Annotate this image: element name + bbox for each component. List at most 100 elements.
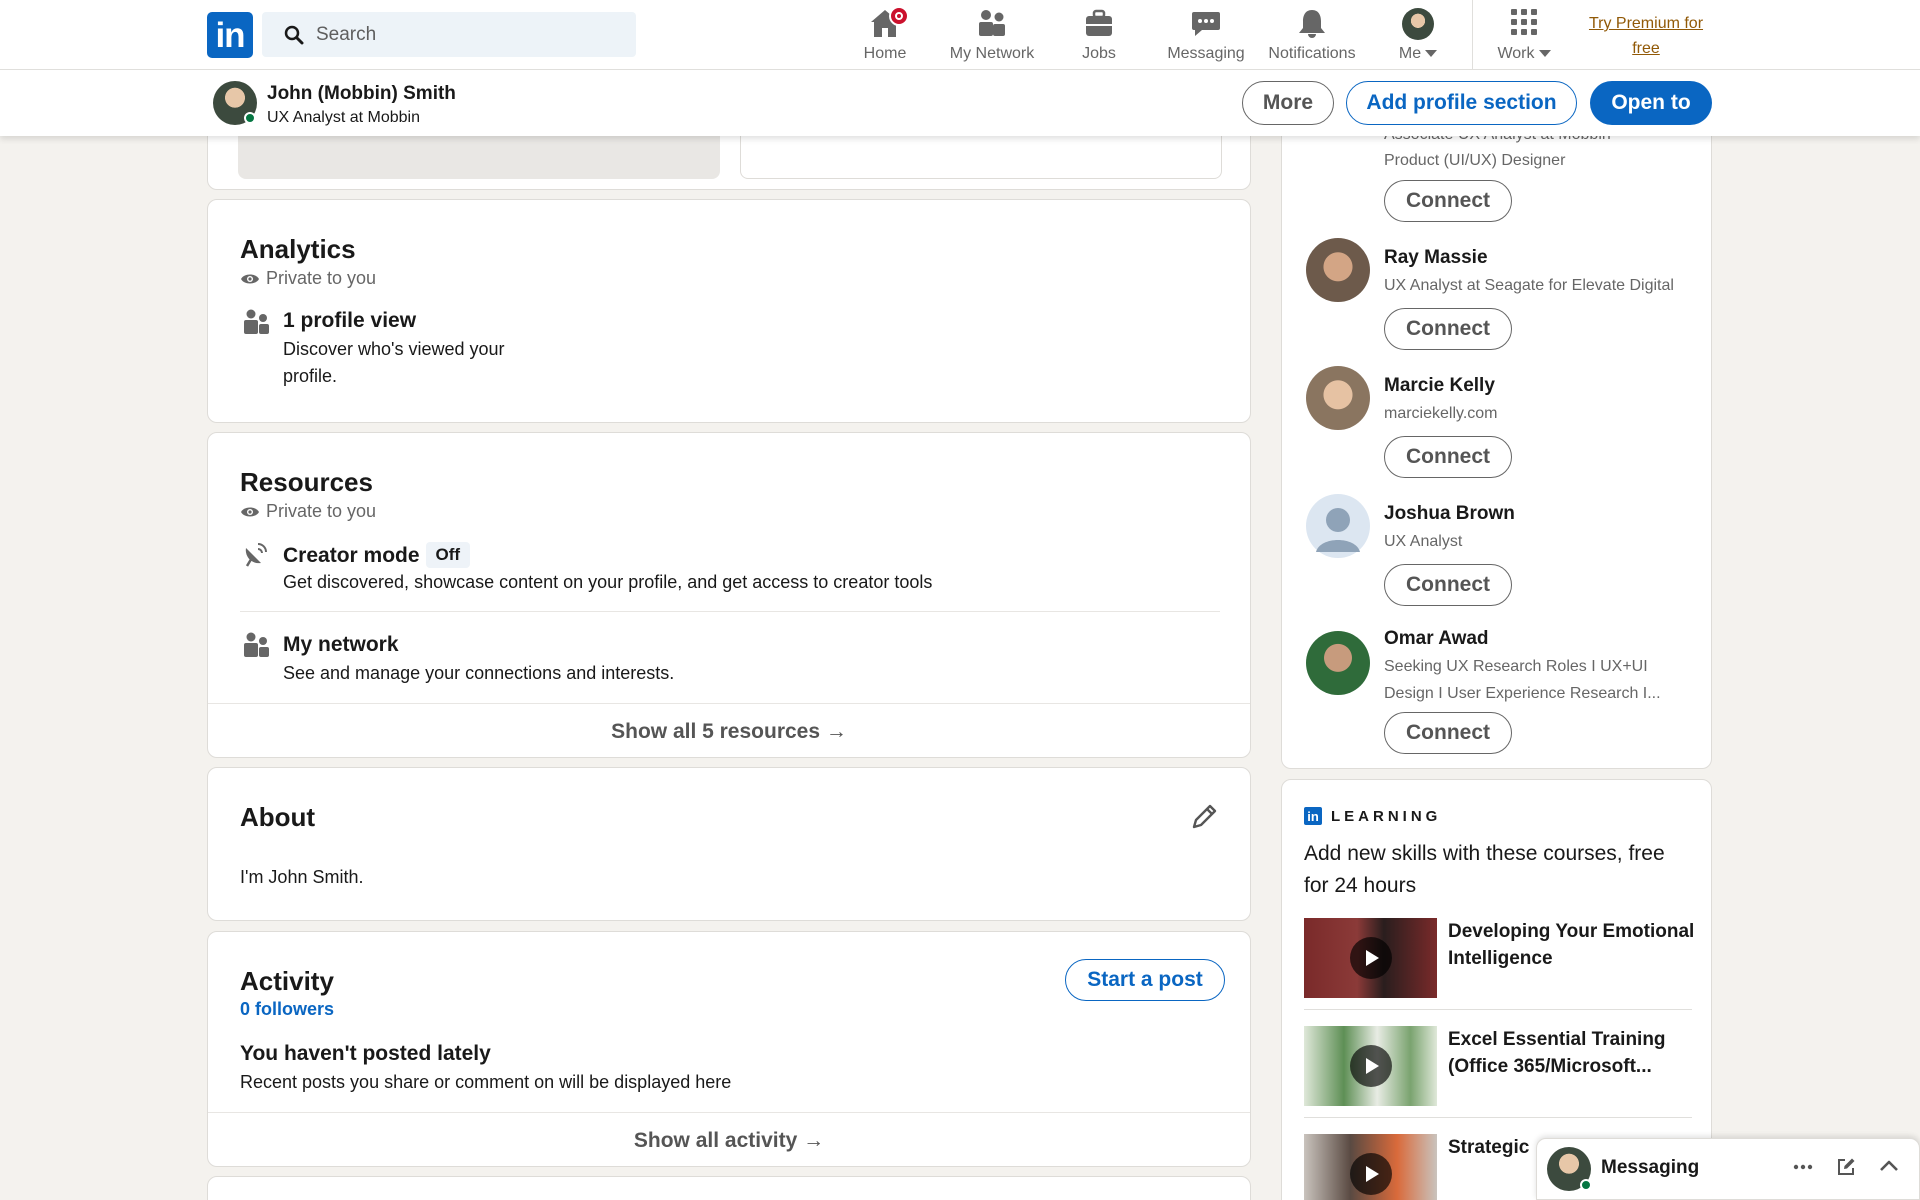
avatar[interactable]: [1306, 366, 1370, 430]
more-options-icon[interactable]: [1793, 1163, 1813, 1171]
nav-messaging-label: Messaging: [1167, 45, 1245, 62]
pencil-edit-icon[interactable]: [1189, 802, 1219, 832]
creator-mode-link[interactable]: Creator mode Off: [283, 542, 471, 568]
divider: [240, 611, 1220, 612]
connect-button[interactable]: Connect: [1384, 564, 1512, 606]
messaging-label: Messaging: [1601, 1157, 1700, 1178]
person-name[interactable]: Marcie Kelly: [1384, 375, 1495, 397]
play-icon: [1350, 1153, 1392, 1195]
chat-icon: [1190, 8, 1222, 40]
person-name[interactable]: Joshua Brown: [1384, 503, 1515, 525]
resources-title: Resources: [240, 467, 373, 497]
followers-link[interactable]: 0 followers: [240, 999, 334, 1020]
person-subheadline: Product (UI/UX) Designer: [1384, 152, 1566, 169]
nav-jobs-label: Jobs: [1082, 45, 1116, 62]
open-to-button[interactable]: Open to: [1590, 81, 1712, 125]
connect-button[interactable]: Connect: [1384, 436, 1512, 478]
nav-home[interactable]: Home: [856, 6, 914, 64]
nav-my-network-label: My Network: [949, 45, 1035, 62]
connect-button[interactable]: Connect: [1384, 308, 1512, 350]
linkedin-learning-logo-icon: in: [1304, 807, 1322, 825]
search-box[interactable]: [262, 12, 636, 57]
sticky-profile-bar: John (Mobbin) Smith UX Analyst at Mobbin…: [0, 70, 1920, 136]
private-label: Private to you: [240, 501, 376, 522]
more-button[interactable]: More: [1242, 81, 1334, 125]
analytics-card: Analytics Private to you 1 profile view …: [207, 199, 1251, 423]
person-name[interactable]: Ray Massie: [1384, 247, 1488, 269]
show-all-activity-link[interactable]: Show all activity →: [208, 1112, 1250, 1166]
empty-activity-title: You haven't posted lately: [240, 1042, 491, 1065]
satellite-dish-icon: [245, 543, 267, 567]
try-premium-link[interactable]: Try Premium for free: [1580, 11, 1712, 61]
analytics-title: Analytics: [240, 234, 356, 264]
nav-me-text: Me: [1398, 45, 1422, 62]
person-headline: UX Analyst: [1384, 533, 1463, 550]
nav-work-label: Work: [1492, 45, 1556, 63]
global-nav: in Home My Network Jobs Messaging: [0, 0, 1920, 70]
chevron-down-icon: [1538, 50, 1551, 58]
linkedin-logo-icon[interactable]: in: [207, 12, 253, 58]
avatar[interactable]: [1306, 238, 1370, 302]
compose-icon[interactable]: [1836, 1157, 1856, 1177]
grid-apps-icon: [1510, 8, 1538, 40]
nav-notifications-label: Notifications: [1268, 45, 1356, 62]
profile-name: John (Mobbin) Smith: [267, 83, 456, 104]
course-title[interactable]: Excel Essential Training (Office 365/Mic…: [1448, 1026, 1698, 1080]
online-status-dot: [244, 112, 256, 124]
people-icon: [976, 8, 1008, 40]
learning-heading: Add new skills with these courses, free …: [1304, 842, 1665, 897]
private-text: Private to you: [266, 268, 377, 288]
connect-button[interactable]: Connect: [1384, 180, 1512, 222]
empty-activity-desc: Recent posts you share or comment on wil…: [240, 1072, 732, 1092]
chevron-up-icon[interactable]: [1879, 1159, 1899, 1173]
nav-home-label: Home: [863, 45, 907, 62]
activity-title: Activity: [240, 966, 334, 996]
status-badge: Off: [425, 542, 471, 568]
add-profile-section-button[interactable]: Add profile section: [1346, 81, 1577, 125]
creator-mode-desc: Get discovered, showcase content on your…: [283, 572, 933, 592]
nav-notifications[interactable]: Notifications: [1262, 6, 1362, 64]
avatar[interactable]: [1306, 631, 1370, 695]
activity-card: Activity 0 followers Start a post You ha…: [207, 931, 1251, 1167]
profile-headline: UX Analyst at Mobbin: [267, 109, 420, 126]
private-text: Private to you: [266, 501, 377, 521]
avatar: [1402, 8, 1434, 40]
person-name[interactable]: Omar Awad: [1384, 628, 1489, 650]
search-icon: [284, 25, 304, 45]
default-person-icon: [1316, 508, 1360, 552]
show-all-resources-link[interactable]: Show all 5 resources →: [208, 703, 1250, 757]
connect-button[interactable]: Connect: [1384, 712, 1512, 754]
course-thumbnail[interactable]: [1304, 1026, 1437, 1106]
my-network-link[interactable]: My network: [283, 633, 399, 657]
course-title[interactable]: Developing Your Emotional Intelligence: [1448, 918, 1698, 972]
briefcase-icon: [1083, 8, 1115, 40]
private-label: Private to you: [240, 268, 376, 289]
nav-me[interactable]: Me: [1388, 6, 1448, 64]
next-section-card: [207, 1176, 1251, 1200]
avatar[interactable]: [1306, 494, 1370, 558]
about-card: About I'm John Smith.: [207, 767, 1251, 921]
course-thumbnail[interactable]: [1304, 1134, 1437, 1200]
online-status-dot: [1580, 1179, 1592, 1191]
play-icon: [1350, 1045, 1392, 1087]
bell-icon: [1296, 8, 1328, 40]
nav-work-text: Work: [1497, 45, 1535, 62]
play-icon: [1350, 937, 1392, 979]
eye-icon: [241, 274, 259, 283]
nav-jobs[interactable]: Jobs: [1070, 6, 1128, 64]
profile-views-link[interactable]: 1 profile view: [283, 309, 416, 333]
about-title: About: [240, 802, 316, 832]
learning-label: LEARNING: [1331, 808, 1442, 825]
messaging-overlay[interactable]: Messaging: [1536, 1138, 1920, 1200]
people-icon: [244, 309, 269, 334]
nav-my-network[interactable]: My Network: [945, 6, 1039, 64]
course-thumbnail[interactable]: [1304, 918, 1437, 998]
chevron-down-icon: [1425, 50, 1438, 58]
my-network-desc: See and manage your connections and inte…: [283, 663, 675, 683]
home-icon: [869, 6, 909, 40]
search-input[interactable]: [316, 12, 616, 57]
start-a-post-button[interactable]: Start a post: [1065, 959, 1225, 1001]
nav-work[interactable]: Work: [1492, 6, 1556, 64]
nav-messaging[interactable]: Messaging: [1162, 6, 1250, 64]
profile-views-desc: Discover who's viewed your profile.: [283, 339, 505, 386]
